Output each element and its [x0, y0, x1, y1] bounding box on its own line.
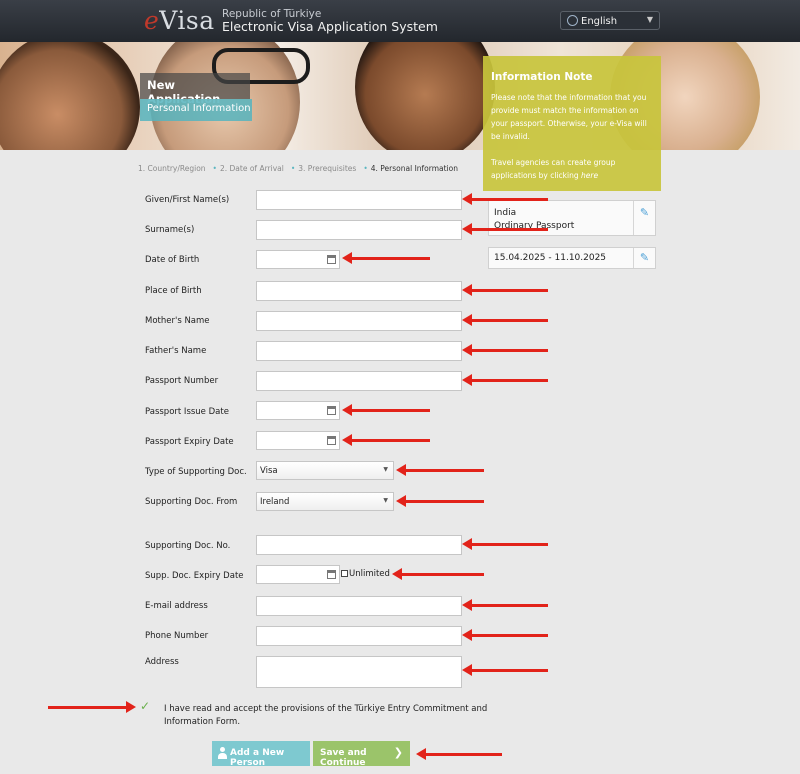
group-application-link[interactable]: here: [581, 171, 598, 180]
passport-expiry-label: Passport Expiry Date: [145, 437, 234, 447]
chevron-right-icon: ❯: [393, 746, 403, 759]
annotation-arrow: [416, 748, 502, 760]
calendar-icon[interactable]: [327, 406, 336, 415]
information-note-title: Information Note: [491, 71, 593, 83]
annotation-arrow: [462, 664, 548, 676]
mother-name-field[interactable]: [256, 311, 462, 331]
place-of-birth-field[interactable]: [256, 281, 462, 301]
annotation-arrow: [396, 464, 484, 476]
checkbox-icon[interactable]: [341, 570, 348, 577]
passport-expiry-field[interactable]: [256, 431, 340, 450]
given-name-field[interactable]: [256, 190, 462, 210]
travel-dates-box: 15.04.2025 - 11.10.2025 ✎: [488, 247, 656, 269]
annotation-arrow: [462, 629, 548, 641]
dob-label: Date of Birth: [145, 255, 200, 265]
annotation-arrow: [462, 344, 548, 356]
annotation-arrow: [462, 284, 548, 296]
annotation-arrow: [462, 374, 548, 386]
edit-dates-pencil-icon[interactable]: ✎: [633, 248, 655, 268]
annotation-arrow: [48, 701, 136, 713]
step-dot: •: [363, 164, 368, 173]
edit-passport-pencil-icon[interactable]: ✎: [633, 201, 655, 235]
doc-type-label: Type of Supporting Doc.: [145, 467, 247, 477]
annotation-arrow: [342, 252, 430, 264]
doc-no-field[interactable]: [256, 535, 462, 555]
surname-label: Surname(s): [145, 225, 195, 235]
step-breadcrumb: 1. Country/Region • 2. Date of Arrival • 3. …: [138, 164, 465, 173]
doc-expiry-label: Supp. Doc. Expiry Date: [145, 571, 244, 581]
information-note: Information Note Please note that the in…: [483, 56, 661, 191]
annotation-arrow: [462, 223, 548, 235]
address-label: Address: [145, 657, 179, 667]
calendar-icon[interactable]: [327, 255, 336, 264]
summary-passport-type: Ordinary Passport: [494, 221, 575, 231]
language-select[interactable]: English ▼: [560, 11, 660, 30]
email-label: E-mail address: [145, 601, 208, 611]
doc-type-select[interactable]: Visa ▼: [256, 461, 394, 480]
step-dot: •: [290, 164, 296, 173]
doc-from-select[interactable]: Ireland ▼: [256, 492, 394, 511]
caret-down-icon: ▼: [383, 466, 388, 473]
passport-issue-field[interactable]: [256, 401, 340, 420]
step-arrival[interactable]: 2. Date of Arrival: [220, 164, 284, 173]
globe-icon: [567, 15, 578, 26]
annotation-arrow: [462, 538, 548, 550]
place-of-birth-label: Place of Birth: [145, 286, 202, 296]
annotation-arrow: [462, 314, 548, 326]
phone-field[interactable]: [256, 626, 462, 646]
address-field[interactable]: [256, 656, 462, 688]
step-personal-info: 4. Personal Information: [370, 164, 458, 173]
person-icon: [218, 747, 227, 759]
unlimited-checkbox[interactable]: Unlimited: [341, 569, 390, 579]
chevron-down-icon: ▼: [646, 15, 653, 24]
phone-label: Phone Number: [145, 631, 209, 641]
top-bar: eVisa Republic of Türkiye Electronic Vis…: [0, 0, 800, 42]
accept-text: I have read and accept the provisions of…: [164, 704, 488, 727]
calendar-icon[interactable]: [327, 436, 336, 445]
annotation-arrow: [342, 434, 430, 446]
father-name-label: Father's Name: [145, 346, 207, 356]
annotation-arrow: [392, 568, 484, 580]
step-country[interactable]: 1. Country/Region: [138, 164, 206, 173]
annotation-arrow: [342, 404, 430, 416]
annotation-arrow: [462, 193, 548, 205]
system-title: Electronic Visa Application System: [222, 19, 438, 34]
summary-country: India: [494, 208, 517, 218]
summary-dates: 15.04.2025 - 11.10.2025: [494, 253, 607, 263]
passport-issue-label: Passport Issue Date: [145, 407, 229, 417]
surname-field[interactable]: [256, 220, 462, 240]
annotation-arrow: [462, 599, 548, 611]
banner-photo-person-1: [0, 42, 140, 150]
dob-field[interactable]: [256, 250, 340, 269]
step-dot: •: [212, 164, 217, 173]
step-prerequisites[interactable]: 3. Prerequisites: [298, 164, 356, 173]
doc-expiry-field[interactable]: [256, 565, 340, 584]
father-name-field[interactable]: [256, 341, 462, 361]
information-note-text: Please note that the information that yo…: [491, 93, 647, 141]
information-note-agencies: Travel agencies can create group applica…: [491, 158, 616, 180]
given-name-label: Given/First Name(s): [145, 195, 230, 205]
new-application-heading: New Application: [140, 73, 250, 106]
evisa-logo[interactable]: eVisa: [144, 6, 215, 35]
annotation-arrow: [396, 495, 484, 507]
accept-checkbox[interactable]: ✓: [140, 700, 153, 713]
passport-number-field[interactable]: [256, 371, 462, 391]
banner-photo-person-3: [355, 42, 495, 150]
add-new-person-button[interactable]: Add a New Person: [212, 741, 310, 768]
caret-down-icon: ▼: [383, 497, 388, 504]
calendar-icon[interactable]: [327, 570, 336, 579]
email-field[interactable]: [256, 596, 462, 616]
doc-from-label: Supporting Doc. From: [145, 497, 238, 507]
save-continue-button[interactable]: Save and Continue ❯: [313, 741, 410, 768]
hero-banner: [0, 42, 800, 150]
passport-number-label: Passport Number: [145, 376, 219, 386]
doc-no-label: Supporting Doc. No.: [145, 541, 231, 551]
personal-information-subheading: Personal Information: [140, 99, 252, 121]
mother-name-label: Mother's Name: [145, 316, 210, 326]
